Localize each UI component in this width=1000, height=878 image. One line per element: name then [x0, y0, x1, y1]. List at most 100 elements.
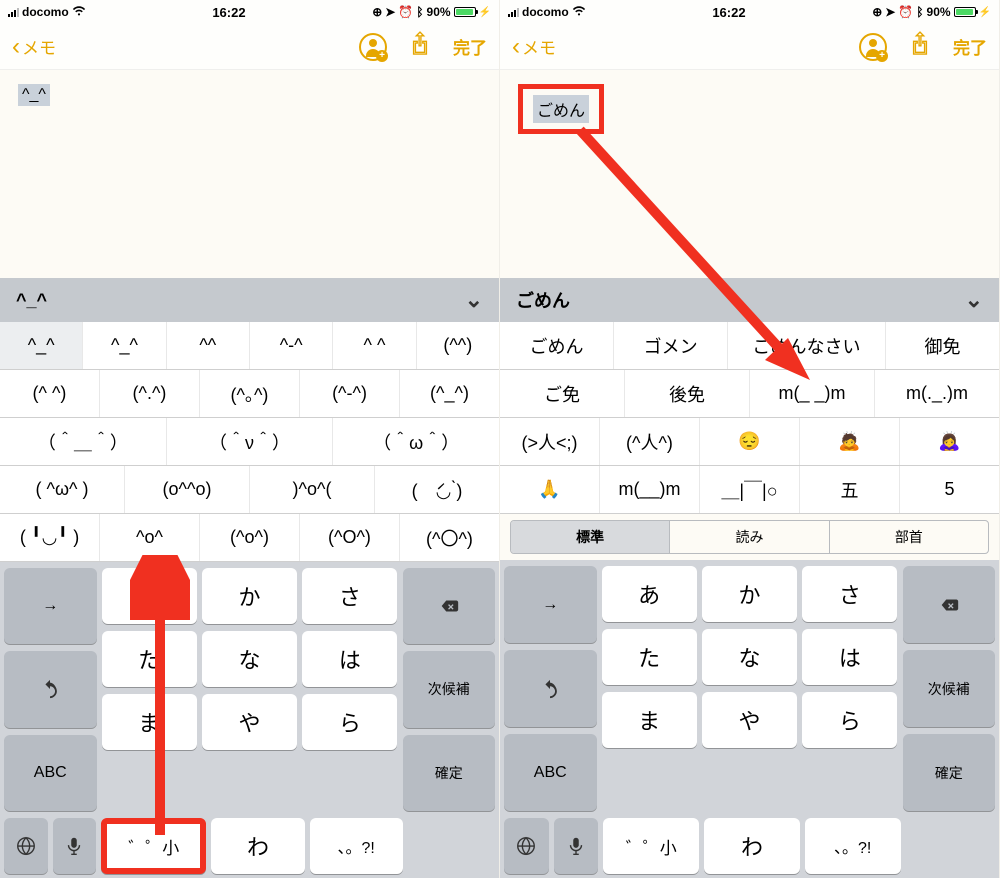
candidate-cell[interactable]: (^^)	[417, 322, 499, 369]
key-ha[interactable]: は	[302, 631, 397, 687]
key-arrow[interactable]: →	[4, 568, 97, 644]
share-button[interactable]	[409, 31, 431, 62]
candidate-cell[interactable]: ^o^	[100, 514, 200, 561]
key-confirm[interactable]: 確定	[903, 734, 996, 811]
candidate-cell[interactable]: （＾＿＾）	[0, 418, 167, 465]
note-content-area[interactable]: ごめん	[500, 70, 999, 278]
key-delete[interactable]	[903, 566, 996, 643]
candidate-cell[interactable]: 🙇‍♀️	[900, 418, 999, 465]
key-abc[interactable]: ABC	[4, 735, 97, 811]
segment-control[interactable]: 標準 読み 部首	[510, 520, 989, 554]
key-ya[interactable]: や	[702, 692, 797, 748]
segment-reading[interactable]: 読み	[670, 521, 829, 553]
key-ma[interactable]: ま	[102, 694, 197, 750]
key-arrow[interactable]: →	[504, 566, 597, 643]
candidate-cell[interactable]: （＾ω＾）	[333, 418, 499, 465]
candidate-cell[interactable]: ゴメン	[614, 322, 728, 369]
key-undo[interactable]	[504, 650, 597, 727]
key-sa[interactable]: さ	[802, 566, 897, 622]
key-na[interactable]: な	[702, 629, 797, 685]
candidate-cell[interactable]: m(_ _)m	[750, 370, 875, 417]
key-abc[interactable]: ABC	[504, 734, 597, 811]
key-ta[interactable]: た	[102, 631, 197, 687]
key-a[interactable]: あ	[102, 568, 197, 624]
key-ta[interactable]: た	[602, 629, 697, 685]
chevron-down-icon[interactable]: ⌄	[965, 287, 983, 313]
candidate-cell[interactable]: 🙇	[800, 418, 900, 465]
key-wa[interactable]: わ	[704, 818, 800, 874]
carrier-label: docomo	[22, 5, 69, 19]
candidate-cell[interactable]: 御免	[886, 322, 999, 369]
annotation-highlight: ごめん	[518, 84, 604, 134]
key-undo[interactable]	[4, 651, 97, 727]
collaborate-button[interactable]: +	[859, 33, 887, 61]
candidate-cell[interactable]: (^-^)	[300, 370, 400, 417]
done-button[interactable]: 完了	[453, 34, 487, 59]
back-button[interactable]: ‹ メモ	[512, 34, 556, 59]
segment-standard[interactable]: 標準	[511, 521, 670, 553]
candidate-cell[interactable]: ^-^	[250, 322, 333, 369]
key-na[interactable]: な	[202, 631, 297, 687]
candidate-cell[interactable]: )^o^(	[250, 466, 375, 513]
key-ka[interactable]: か	[702, 566, 797, 622]
candidate-cell[interactable]: 後免	[625, 370, 750, 417]
candidate-cell[interactable]: (>人<;)	[500, 418, 600, 465]
candidate-cell[interactable]: (^O^)	[300, 514, 400, 561]
key-globe[interactable]	[4, 818, 48, 874]
key-ya[interactable]: や	[202, 694, 297, 750]
candidate-cell[interactable]: ^ ^	[333, 322, 416, 369]
share-button[interactable]	[909, 31, 931, 62]
candidate-cell[interactable]: ＿|￣|○	[700, 466, 800, 513]
key-delete[interactable]	[403, 568, 496, 644]
candidate-cell[interactable]: ( ́◡ ̀)	[375, 466, 499, 513]
candidate-cell[interactable]: （＾ν＾）	[167, 418, 334, 465]
candidate-cell[interactable]: ごめん	[500, 322, 614, 369]
key-ra[interactable]: ら	[302, 694, 397, 750]
candidate-cell[interactable]: m(__)m	[600, 466, 700, 513]
key-next-candidate[interactable]: 次候補	[903, 650, 996, 727]
key-ma[interactable]: ま	[602, 692, 697, 748]
candidate-cell[interactable]: (^ ^)	[0, 370, 100, 417]
candidate-cell[interactable]: 5	[900, 466, 999, 513]
key-ha[interactable]: は	[802, 629, 897, 685]
key-a[interactable]: あ	[602, 566, 697, 622]
candidate-header-text: ごめん	[516, 287, 570, 313]
candidate-cell[interactable]: ごめんなさい	[728, 322, 886, 369]
collaborate-button[interactable]: +	[359, 33, 387, 61]
key-next-candidate[interactable]: 次候補	[403, 651, 496, 727]
key-mic[interactable]	[53, 818, 97, 874]
key-globe[interactable]	[504, 818, 549, 874]
note-content-area[interactable]: ^_^	[0, 70, 499, 278]
key-mic[interactable]	[554, 818, 599, 874]
candidate-cell[interactable]: (^_^)	[400, 370, 499, 417]
key-punct[interactable]: 、。?!	[805, 818, 901, 874]
candidate-cell[interactable]: (^｡^)	[200, 370, 300, 417]
candidate-cell[interactable]: 五	[800, 466, 900, 513]
candidate-cell[interactable]: ^^	[167, 322, 250, 369]
segment-radical[interactable]: 部首	[830, 521, 988, 553]
key-punct[interactable]: 、。?!	[310, 818, 403, 874]
key-dakuten[interactable]: ゛゜小	[603, 818, 699, 874]
key-dakuten[interactable]: ゛゜小	[101, 818, 206, 874]
candidate-cell[interactable]: ( ^ω^ )	[0, 466, 125, 513]
key-ra[interactable]: ら	[802, 692, 897, 748]
candidate-cell[interactable]: (o^^o)	[125, 466, 250, 513]
candidate-cell[interactable]: ^_^	[83, 322, 166, 369]
key-sa[interactable]: さ	[302, 568, 397, 624]
candidate-cell[interactable]: (^o^)	[200, 514, 300, 561]
candidate-cell[interactable]: m(._.)m	[875, 370, 999, 417]
candidate-cell[interactable]: (^人^)	[600, 418, 700, 465]
candidate-cell[interactable]: 😔	[700, 418, 800, 465]
chevron-down-icon[interactable]: ⌄	[465, 287, 483, 313]
candidate-cell[interactable]: ^_^	[0, 322, 83, 369]
back-button[interactable]: ‹ メモ	[12, 34, 56, 59]
key-confirm[interactable]: 確定	[403, 735, 496, 811]
candidate-cell[interactable]: ご免	[500, 370, 625, 417]
candidate-cell[interactable]: (^〇^)	[400, 514, 499, 561]
candidate-cell[interactable]: (^.^)	[100, 370, 200, 417]
candidate-cell[interactable]: 🙏	[500, 466, 600, 513]
done-button[interactable]: 完了	[953, 34, 987, 59]
key-wa[interactable]: わ	[211, 818, 304, 874]
key-ka[interactable]: か	[202, 568, 297, 624]
candidate-cell[interactable]: ( ╹◡╹ )	[0, 514, 100, 561]
